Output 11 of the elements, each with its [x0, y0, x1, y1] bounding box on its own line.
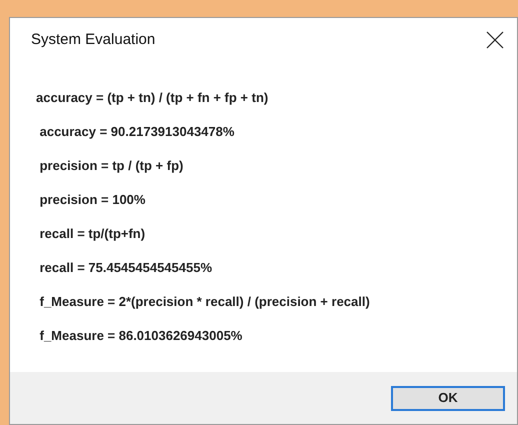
result-line: accuracy = (tp + tn) / (tp + fn + fp + tn) — [36, 89, 270, 107]
result-line: recall = tp/(tp+fn) — [38, 225, 146, 243]
ok-button[interactable]: OK — [391, 386, 505, 410]
result-line: f_Measure = 86.0103626943005% — [38, 327, 244, 345]
window-title: System Evaluation — [31, 30, 156, 50]
close-icon[interactable] — [485, 30, 505, 50]
result-line: precision = tp / (tp + fp) — [38, 157, 184, 175]
result-line: recall = 75.4545454545455% — [38, 259, 214, 277]
result-line: accuracy = 90.2173913043478% — [38, 123, 236, 141]
result-line: precision = 100% — [38, 191, 146, 209]
result-line: f_Measure = 2*(precision * recall) / (precision + recall) — [38, 293, 371, 311]
